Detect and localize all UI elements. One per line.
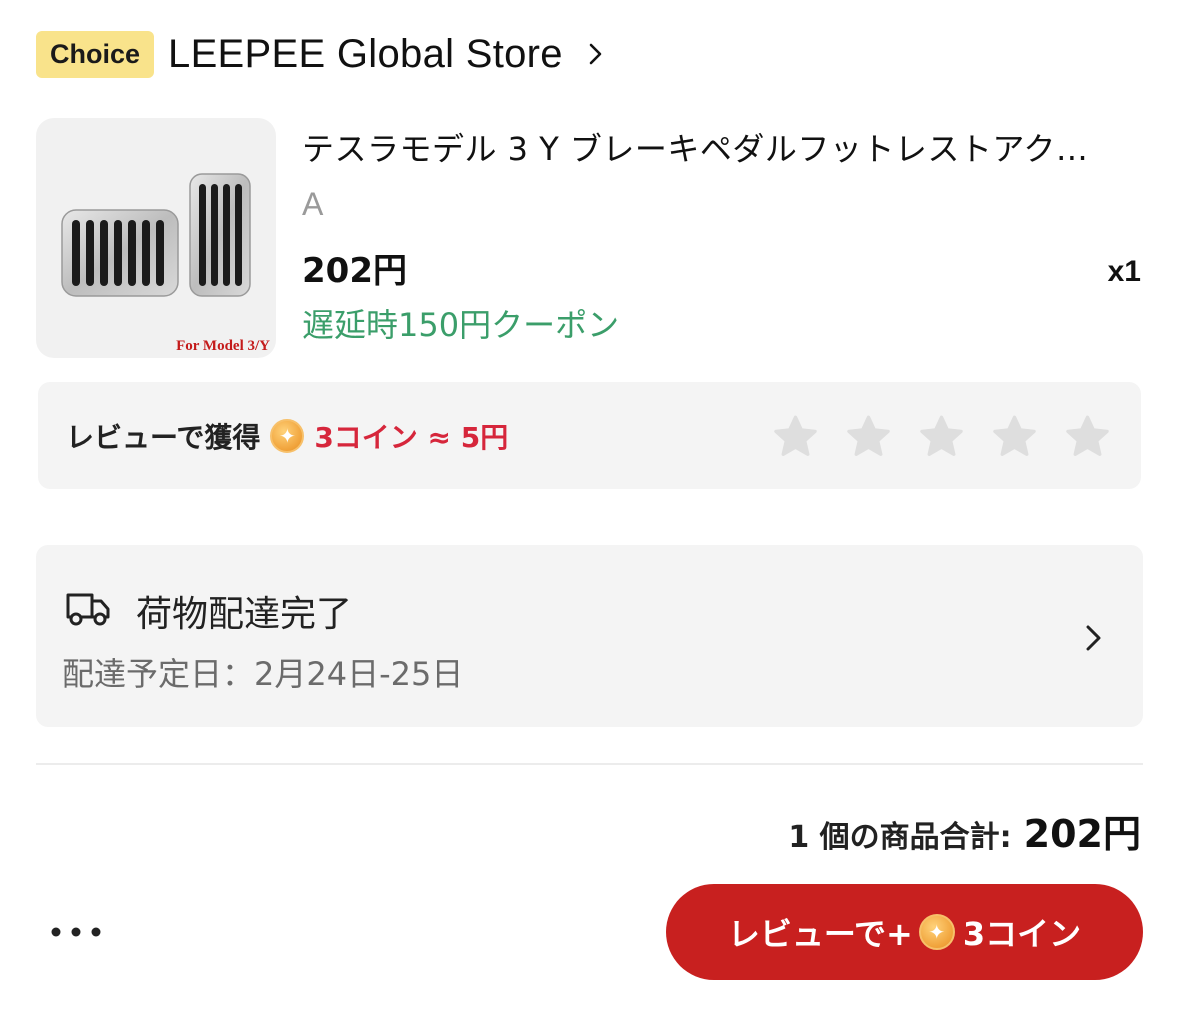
star-icon[interactable] [843,412,894,462]
product-variant: A [302,186,324,222]
star-icon[interactable] [916,412,967,462]
star-rating[interactable] [770,412,1113,462]
order-total: 1 個の商品合計: 202円 [788,803,1141,858]
delivery-status-card[interactable]: 荷物配達完了 配達予定日：2月24日-25日 [36,545,1143,727]
delivery-status: 荷物配達完了 [136,594,353,635]
product-price: 202円 [302,251,407,291]
choice-badge: Choice [36,30,155,78]
coin-icon [270,419,305,453]
more-options-icon[interactable] [50,924,102,940]
total-value: 202円 [1023,812,1141,856]
chevron-right-icon[interactable] [1083,623,1105,653]
truck-icon [66,593,110,626]
total-label: 1 個の商品合計: [788,820,1012,855]
star-icon[interactable] [770,412,821,462]
star-icon[interactable] [1062,412,1113,462]
product-image[interactable]: For Model 3/Y [36,118,276,358]
review-card: レビューで獲得 3コイン ≈ 5円 [38,382,1141,489]
store-header[interactable]: Choice LEEPEE Global Store [36,30,607,78]
review-button-label: レビューで+ [727,915,913,953]
coin-icon [918,914,955,950]
pedal-illustration: For Model 3/Y [61,173,270,354]
delivery-date: 配達予定日：2月24日-25日 [62,655,464,693]
product-quantity: x1 [1107,255,1141,288]
review-label: レビューで獲得 [66,421,261,454]
review-reward-text: レビューで獲得 3コイン ≈ 5円 [66,416,508,456]
review-button-reward: 3コイン [962,915,1082,953]
write-review-button[interactable]: レビューで+ 3コイン [666,884,1143,980]
delay-coupon: 遅延時150円クーポン [302,306,620,344]
star-icon[interactable] [989,412,1040,462]
product-title[interactable]: テスラモデル 3 Y ブレーキペダルフットレストアク… [302,124,1122,170]
review-reward: 3コイン ≈ 5円 [314,421,509,454]
chevron-right-icon[interactable] [583,42,607,66]
store-name[interactable]: LEEPEE Global Store [168,32,563,77]
image-caption: For Model 3/Y [176,338,270,354]
divider [36,763,1143,765]
